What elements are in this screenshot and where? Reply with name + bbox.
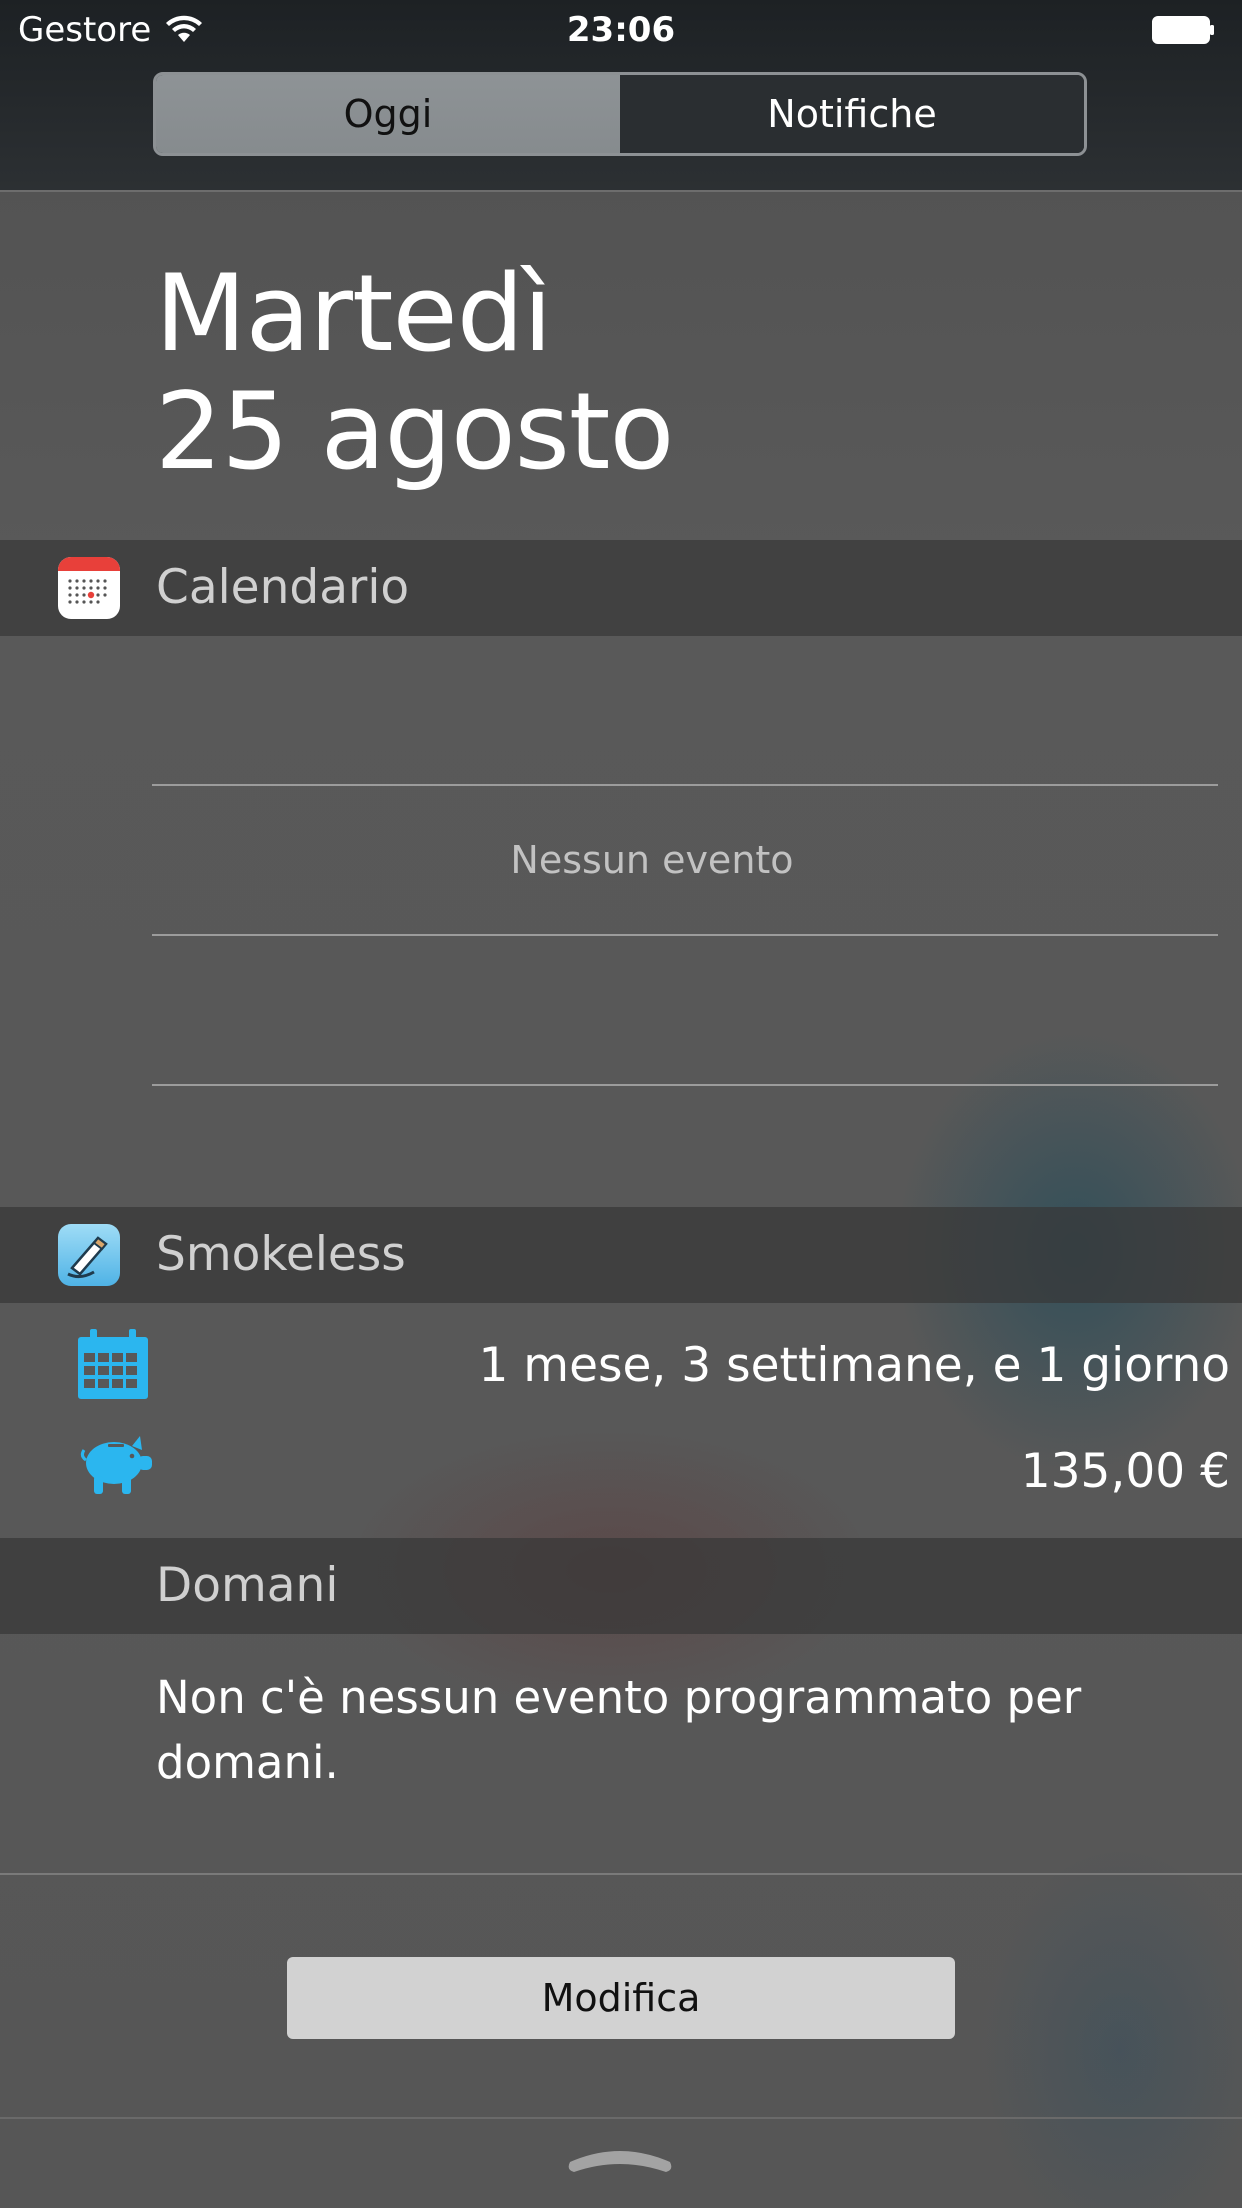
- calendar-app-icon: [58, 557, 120, 619]
- calendar-divider: [152, 934, 1218, 936]
- edit-button[interactable]: Modifica: [287, 1957, 955, 2039]
- smokeless-widget-header[interactable]: Smokeless: [0, 1207, 1242, 1303]
- top-bar: Gestore 23:06 Oggi Notifiche: [0, 0, 1242, 192]
- notification-center: Gestore 23:06 Oggi Notifiche Martedì 25 …: [0, 0, 1242, 2208]
- smokeless-app-icon: [58, 1224, 120, 1286]
- smokeless-widget-title: Smokeless: [156, 1227, 406, 1282]
- segmented-control: Oggi Notifiche: [153, 72, 1087, 156]
- quit-duration-value: 1 mese, 3 settimane, e 1 giorno: [478, 1338, 1230, 1393]
- tab-notifications[interactable]: Notifiche: [620, 75, 1084, 153]
- pull-up-handle-icon[interactable]: [562, 2140, 678, 2176]
- battery-full-icon: [1152, 16, 1214, 44]
- calendar-divider: [152, 1084, 1218, 1086]
- today-date: Martedì 25 agosto: [155, 252, 674, 493]
- tomorrow-summary: Non c'è nessun evento programmato per do…: [156, 1671, 1082, 1789]
- calendar-grid-icon: [78, 1329, 148, 1399]
- tomorrow-section-header: Domani: [0, 1538, 1242, 1634]
- weekday-label: Martedì: [155, 252, 553, 375]
- piggy-bank-icon: [80, 1436, 152, 1494]
- clock-label: 23:06: [566, 10, 676, 50]
- tomorrow-title: Domani: [156, 1558, 339, 1613]
- tab-today[interactable]: Oggi: [156, 75, 620, 153]
- divider: [0, 2117, 1242, 2119]
- calendar-divider: [152, 784, 1218, 786]
- no-event-label: Nessun evento: [510, 838, 794, 882]
- calendar-widget-title: Calendario: [156, 560, 410, 615]
- money-saved-value: 135,00 €: [1020, 1444, 1230, 1499]
- day-month-label: 25 agosto: [155, 370, 674, 493]
- calendar-widget-header[interactable]: Calendario: [0, 540, 1242, 636]
- divider: [0, 1873, 1242, 1875]
